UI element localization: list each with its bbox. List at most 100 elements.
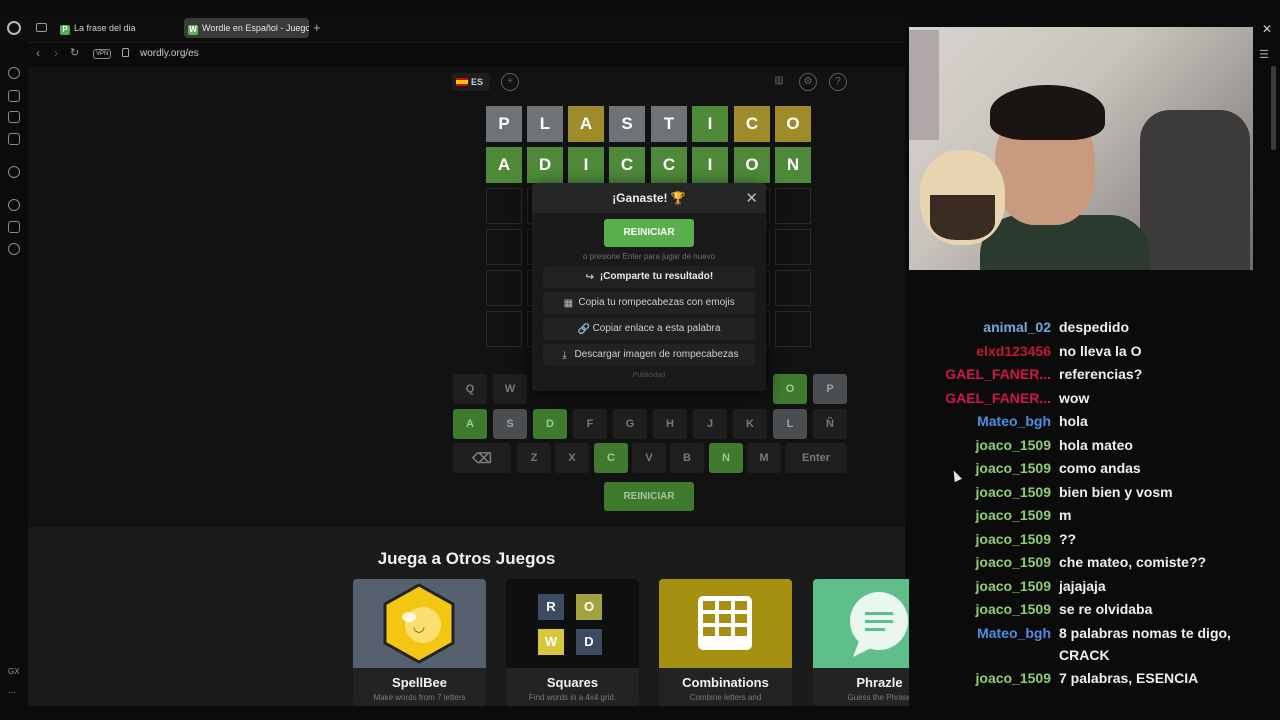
card-name: Combinations: [682, 675, 769, 690]
board-tile: D: [527, 147, 563, 183]
download-image-button[interactable]: ⤓ Descargar imagen de rompecabezas: [543, 344, 755, 366]
backspace-key-icon[interactable]: ⌫: [453, 443, 511, 473]
keyboard-key[interactable]: G: [613, 409, 647, 439]
keyboard-key[interactable]: N: [709, 443, 743, 473]
chat-username[interactable]: joaco_1509: [909, 575, 1052, 597]
speed-dial-icon[interactable]: [8, 67, 20, 79]
board-tile: C: [734, 106, 770, 142]
lock-icon[interactable]: [122, 48, 129, 57]
board-tile: O: [775, 106, 811, 142]
keyboard-key[interactable]: F: [573, 409, 607, 439]
keyboard-key[interactable]: C: [594, 443, 628, 473]
keyboard-key[interactable]: J: [693, 409, 727, 439]
history-icon[interactable]: [8, 199, 20, 211]
chat-username[interactable]: joaco_1509: [909, 667, 1052, 689]
chat-username[interactable]: joaco_1509: [909, 481, 1052, 503]
vpn-badge[interactable]: VPN: [93, 49, 112, 59]
keyboard-key[interactable]: O: [773, 374, 807, 404]
messenger-icon[interactable]: [8, 133, 20, 145]
menu-icon[interactable]: ☰: [1259, 48, 1269, 61]
tab-frase-del-dia[interactable]: P La frase del dia: [56, 18, 176, 38]
share-icon: ↪: [585, 272, 595, 283]
opera-gx-logo-icon[interactable]: [7, 21, 21, 35]
language-selector[interactable]: ES: [452, 73, 490, 91]
page-scrollbar[interactable]: [1271, 66, 1276, 150]
chat-text: despedido: [1059, 319, 1130, 335]
restart-button[interactable]: REINICIAR: [604, 482, 694, 511]
board-tile: I: [692, 106, 728, 142]
keyboard-key[interactable]: V: [632, 443, 666, 473]
chat-username[interactable]: GAEL_FANER...: [909, 387, 1051, 409]
share-result-button[interactable]: ↪ ¡Comparte tu resultado!: [543, 266, 755, 288]
share-label: ¡Comparte tu resultado!: [599, 271, 714, 282]
tab-overview-icon[interactable]: [36, 23, 47, 32]
reload-icon[interactable]: ↻: [70, 46, 79, 59]
card-desc: Combine letters and: [689, 693, 762, 702]
keyboard-key[interactable]: Ñ: [813, 409, 847, 439]
extensions-icon[interactable]: [8, 221, 20, 233]
board-tile: A: [568, 106, 604, 142]
close-icon[interactable]: ✕: [1262, 22, 1272, 36]
copy-emojis-button[interactable]: ▦ Copia tu rompecabezas con emojis: [543, 292, 755, 314]
chat-username[interactable]: joaco_1509: [909, 528, 1052, 550]
ai-icon[interactable]: [8, 166, 20, 178]
chat-text: hola mateo: [1059, 437, 1133, 453]
image-icon[interactable]: [8, 111, 20, 123]
board-tile-empty: [775, 229, 811, 265]
chat-text: como andas: [1059, 460, 1141, 476]
tab-wordle-espanol[interactable]: W Wordle en Español - Juego: [184, 18, 309, 38]
add-icon[interactable]: +: [501, 73, 519, 91]
keyboard-key[interactable]: K: [733, 409, 767, 439]
keyboard-key[interactable]: P: [813, 374, 847, 404]
keyboard-key[interactable]: S: [493, 409, 527, 439]
chat-username[interactable]: Mateo_bgh: [909, 622, 1051, 644]
chat-text: bien bien y vosm: [1059, 484, 1173, 500]
copy-link-label: Copiar enlace a esta palabra: [592, 323, 721, 334]
url-field[interactable]: wordly.org/es: [140, 48, 199, 59]
keyboard-key[interactable]: W: [493, 374, 527, 404]
new-tab-button[interactable]: +: [313, 20, 321, 35]
chat-username[interactable]: Mateo_bgh: [909, 410, 1051, 432]
keyboard-key[interactable]: M: [747, 443, 781, 473]
board-tile-empty: [486, 188, 522, 224]
board-tile: S: [609, 106, 645, 142]
squares-image: R O W D: [506, 579, 639, 668]
win-modal: ¡Ganaste! 🏆 ✕ REINICIAR o presione Enter…: [532, 183, 766, 391]
close-icon[interactable]: ✕: [745, 189, 758, 207]
keyboard-key[interactable]: D: [533, 409, 567, 439]
chat-username[interactable]: animal_02: [909, 316, 1051, 338]
chat-username[interactable]: joaco_1509: [909, 551, 1052, 573]
board-tile: I: [692, 147, 728, 183]
chat-username[interactable]: joaco_1509: [909, 457, 1052, 479]
keyboard-key[interactable]: B: [670, 443, 704, 473]
back-icon[interactable]: ‹: [36, 46, 40, 60]
chat-username[interactable]: GAEL_FANER...: [909, 363, 1051, 385]
help-icon[interactable]: ?: [829, 73, 847, 91]
webcam-streamer-hair: [990, 85, 1105, 140]
settings-icon[interactable]: ⚙: [799, 73, 817, 91]
keyboard-key[interactable]: Q: [453, 374, 487, 404]
enter-key[interactable]: Enter: [785, 443, 847, 473]
chat-username[interactable]: joaco_1509: [909, 504, 1052, 526]
keyboard-key[interactable]: H: [653, 409, 687, 439]
chat-username[interactable]: elxd123456: [909, 340, 1051, 362]
game-card-squares[interactable]: R O W D Squares Find words in a 4x4 grid…: [506, 579, 639, 706]
keyboard-key[interactable]: Z: [517, 443, 551, 473]
copy-link-button[interactable]: 🔗 Copiar enlace a esta palabra: [543, 318, 755, 340]
chat-username[interactable]: joaco_1509: [909, 598, 1052, 620]
keyboard-key[interactable]: X: [555, 443, 589, 473]
stats-icon[interactable]: ▥: [770, 73, 788, 91]
sidebar-more-icon[interactable]: ···: [8, 688, 16, 697]
board-tile: C: [651, 147, 687, 183]
settings-gear-icon[interactable]: [8, 243, 20, 255]
chat-username[interactable]: joaco_1509: [909, 434, 1052, 456]
modal-restart-button[interactable]: REINICIAR: [604, 219, 694, 247]
card-name: Squares: [546, 675, 599, 690]
keyboard-key[interactable]: L: [773, 409, 807, 439]
game-card-combinations[interactable]: Combinations Combine letters and: [659, 579, 792, 706]
game-card-spellbee[interactable]: ◡ SpellBee Make words from 7 letters: [353, 579, 486, 706]
board-tile: T: [651, 106, 687, 142]
keyboard-key[interactable]: A: [453, 409, 487, 439]
shopping-bag-icon[interactable]: [8, 90, 20, 102]
forward-icon[interactable]: ›: [54, 46, 58, 60]
